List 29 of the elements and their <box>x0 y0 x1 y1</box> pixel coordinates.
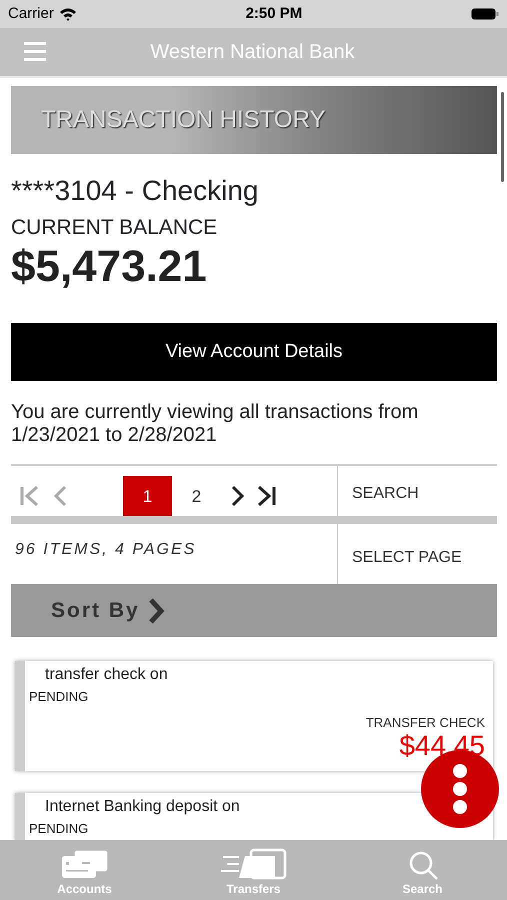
chevron-icon <box>148 596 166 625</box>
menu-icon <box>24 42 46 62</box>
carrier-label: Carrier <box>8 4 54 24</box>
transaction-type: TRANSFER CHECK <box>364 714 485 732</box>
balance-amount: $5,473.21 <box>11 243 208 292</box>
cards-icon <box>60 848 110 880</box>
page-button[interactable]: 1 <box>123 476 172 516</box>
items-summary: 96 ITEMS, 4 PAGES <box>14 540 198 560</box>
first-page-icon <box>19 484 41 508</box>
battery-icon <box>471 8 499 20</box>
transaction-description: Internet Banking deposit on <box>44 797 241 818</box>
app-title: Western National Bank <box>149 40 356 65</box>
date-range-text: You are currently viewing all transactions from 1/23/2021 to 2/28/2021 <box>11 401 420 446</box>
wifi-icon <box>58 7 77 21</box>
transaction-status: PENDING <box>29 688 90 706</box>
search-icon <box>408 850 438 880</box>
transaction-description: transfer check on <box>44 665 169 686</box>
page-button[interactable]: 2 <box>172 476 221 516</box>
balance-label: CURRENT BALANCE <box>11 214 218 241</box>
last-page-icon <box>255 484 277 508</box>
view-details-button[interactable]: View Account Details <box>11 323 497 382</box>
transaction-card[interactable]: Internet Banking deposit on PENDING <box>15 793 493 840</box>
more-icon <box>452 763 468 815</box>
money-transfer-icon <box>220 848 286 880</box>
sort-by-button[interactable]: Sort By <box>11 584 497 638</box>
page-title: TRANSACTION HISTORY <box>41 105 326 135</box>
status-time: 2:50 PM <box>244 4 304 24</box>
transaction-status: PENDING <box>29 820 90 838</box>
account-name: ****3104 - Checking <box>11 174 260 208</box>
